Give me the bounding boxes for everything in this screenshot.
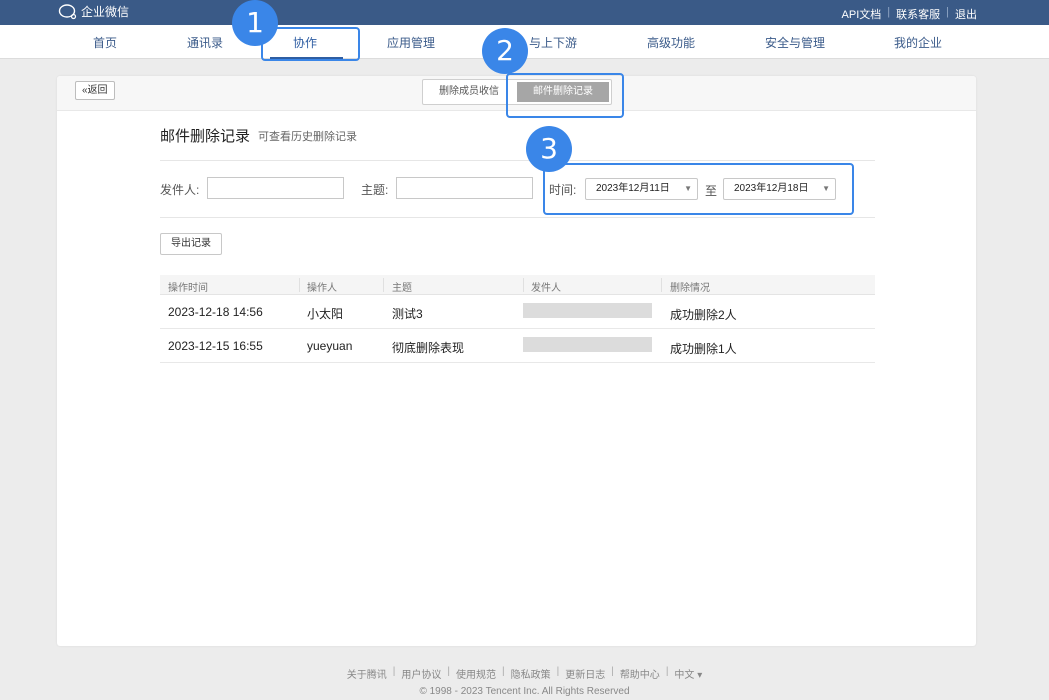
separator: | xyxy=(611,666,614,677)
callout-badge-2: 2 xyxy=(482,28,528,74)
wecom-logo-icon xyxy=(58,3,77,19)
callout-box-2 xyxy=(506,73,624,118)
subject-label: 主题: xyxy=(361,183,389,197)
cell-result: 成功删除1人 xyxy=(670,342,737,356)
callout-box-3 xyxy=(543,163,854,215)
page-title: 邮件删除记录 xyxy=(160,128,251,145)
col-header-subject: 主题 xyxy=(392,283,412,294)
content-card: «返回 删除成员收信 邮件删除记录 邮件删除记录 可查看历史删除记录 发件人: … xyxy=(57,76,976,646)
redacted-sender xyxy=(523,337,652,352)
nav-my-company[interactable]: 我的企业 xyxy=(894,34,942,51)
footer-link-changelog[interactable]: 更新日志 xyxy=(565,666,605,681)
cell-time: 2023-12-18 14:56 xyxy=(168,305,263,319)
footer-link-usage-rules[interactable]: 使用规范 xyxy=(456,666,496,681)
cell-subject: 彻底删除表现 xyxy=(392,341,465,355)
nav-contacts[interactable]: 通讯录 xyxy=(187,34,223,51)
separator: | xyxy=(887,6,891,18)
nav-advanced-features[interactable]: 高级功能 xyxy=(647,34,695,51)
table-header: 操作时间 操作人 主题 发件人 删除情况 xyxy=(160,275,875,295)
column-divider xyxy=(383,278,384,292)
cell-result: 成功删除2人 xyxy=(670,308,737,322)
nav-security-management[interactable]: 安全与管理 xyxy=(765,34,825,51)
brand-logo[interactable]: 企业微信 xyxy=(58,3,129,20)
col-header-sender: 发件人 xyxy=(531,283,561,294)
footer-link-about[interactable]: 关于腾讯 xyxy=(347,666,387,681)
contact-support-link[interactable]: 联系客服 xyxy=(896,6,940,22)
page-subtitle: 可查看历史删除记录 xyxy=(258,131,357,143)
copyright: © 1998 - 2023 Tencent Inc. All Rights Re… xyxy=(419,686,630,697)
records-table: 操作时间 操作人 主题 发件人 删除情况 2023-12-18 14:56 小太… xyxy=(160,275,875,363)
subject-input[interactable] xyxy=(396,177,533,199)
callout-badge-1: 1 xyxy=(232,0,278,46)
divider xyxy=(160,160,875,161)
column-divider xyxy=(523,278,524,292)
column-divider xyxy=(661,278,662,292)
nav-home[interactable]: 首页 xyxy=(93,34,117,51)
footer-link-help[interactable]: 帮助中心 xyxy=(620,666,660,681)
cell-operator: yueyuan xyxy=(307,339,353,353)
api-docs-link[interactable]: API文档 xyxy=(842,6,882,22)
sender-input[interactable] xyxy=(207,177,344,199)
separator: | xyxy=(392,666,396,677)
col-header-operator: 操作人 xyxy=(307,283,337,294)
footer-link-privacy[interactable]: 隐私政策 xyxy=(511,666,551,681)
col-header-time: 操作时间 xyxy=(168,283,208,294)
cell-operator: 小太阳 xyxy=(307,307,344,321)
language-select[interactable]: 中文 ▾ xyxy=(674,666,702,681)
top-links: API文档 | 联系客服 | 退出 xyxy=(842,6,977,22)
cell-time: 2023-12-15 16:55 xyxy=(168,339,263,353)
sender-label: 发件人: xyxy=(160,183,200,197)
footer-link-terms[interactable]: 用户协议 xyxy=(401,666,441,681)
brand-name: 企业微信 xyxy=(81,5,130,19)
cell-subject: 测试3 xyxy=(392,307,423,321)
logout-link[interactable]: 退出 xyxy=(955,6,977,22)
separator: | xyxy=(447,666,450,677)
export-records-button[interactable]: 导出记录 xyxy=(160,233,222,255)
separator: | xyxy=(665,666,669,677)
back-button[interactable]: «返回 xyxy=(75,81,115,100)
footer: 关于腾讯 | 用户协议 | 使用规范 | 隐私政策 | 更新日志 | 帮助中心 … xyxy=(0,666,1049,697)
column-divider xyxy=(299,278,300,292)
footer-links: 关于腾讯 | 用户协议 | 使用规范 | 隐私政策 | 更新日志 | 帮助中心 … xyxy=(0,666,1049,681)
table-row[interactable]: 2023-12-18 14:56 小太阳 测试3 成功删除2人 xyxy=(160,295,875,329)
table-row[interactable]: 2023-12-15 16:55 yueyuan 彻底删除表现 成功删除1人 xyxy=(160,329,875,363)
nav-app-management[interactable]: 应用管理 xyxy=(387,34,435,51)
divider xyxy=(160,217,875,218)
top-bar: 企业微信 API文档 | 联系客服 | 退出 xyxy=(0,0,1049,25)
callout-badge-3: 3 xyxy=(526,126,572,172)
separator: | xyxy=(501,666,505,677)
col-header-result: 删除情况 xyxy=(670,283,710,294)
separator: | xyxy=(556,666,560,677)
redacted-sender xyxy=(523,303,652,318)
separator: | xyxy=(946,6,949,18)
tab-member-mail-deletion[interactable]: 删除成员收信 xyxy=(423,80,515,104)
nav-upstream-downstream[interactable]: 与上下游 xyxy=(529,34,577,51)
